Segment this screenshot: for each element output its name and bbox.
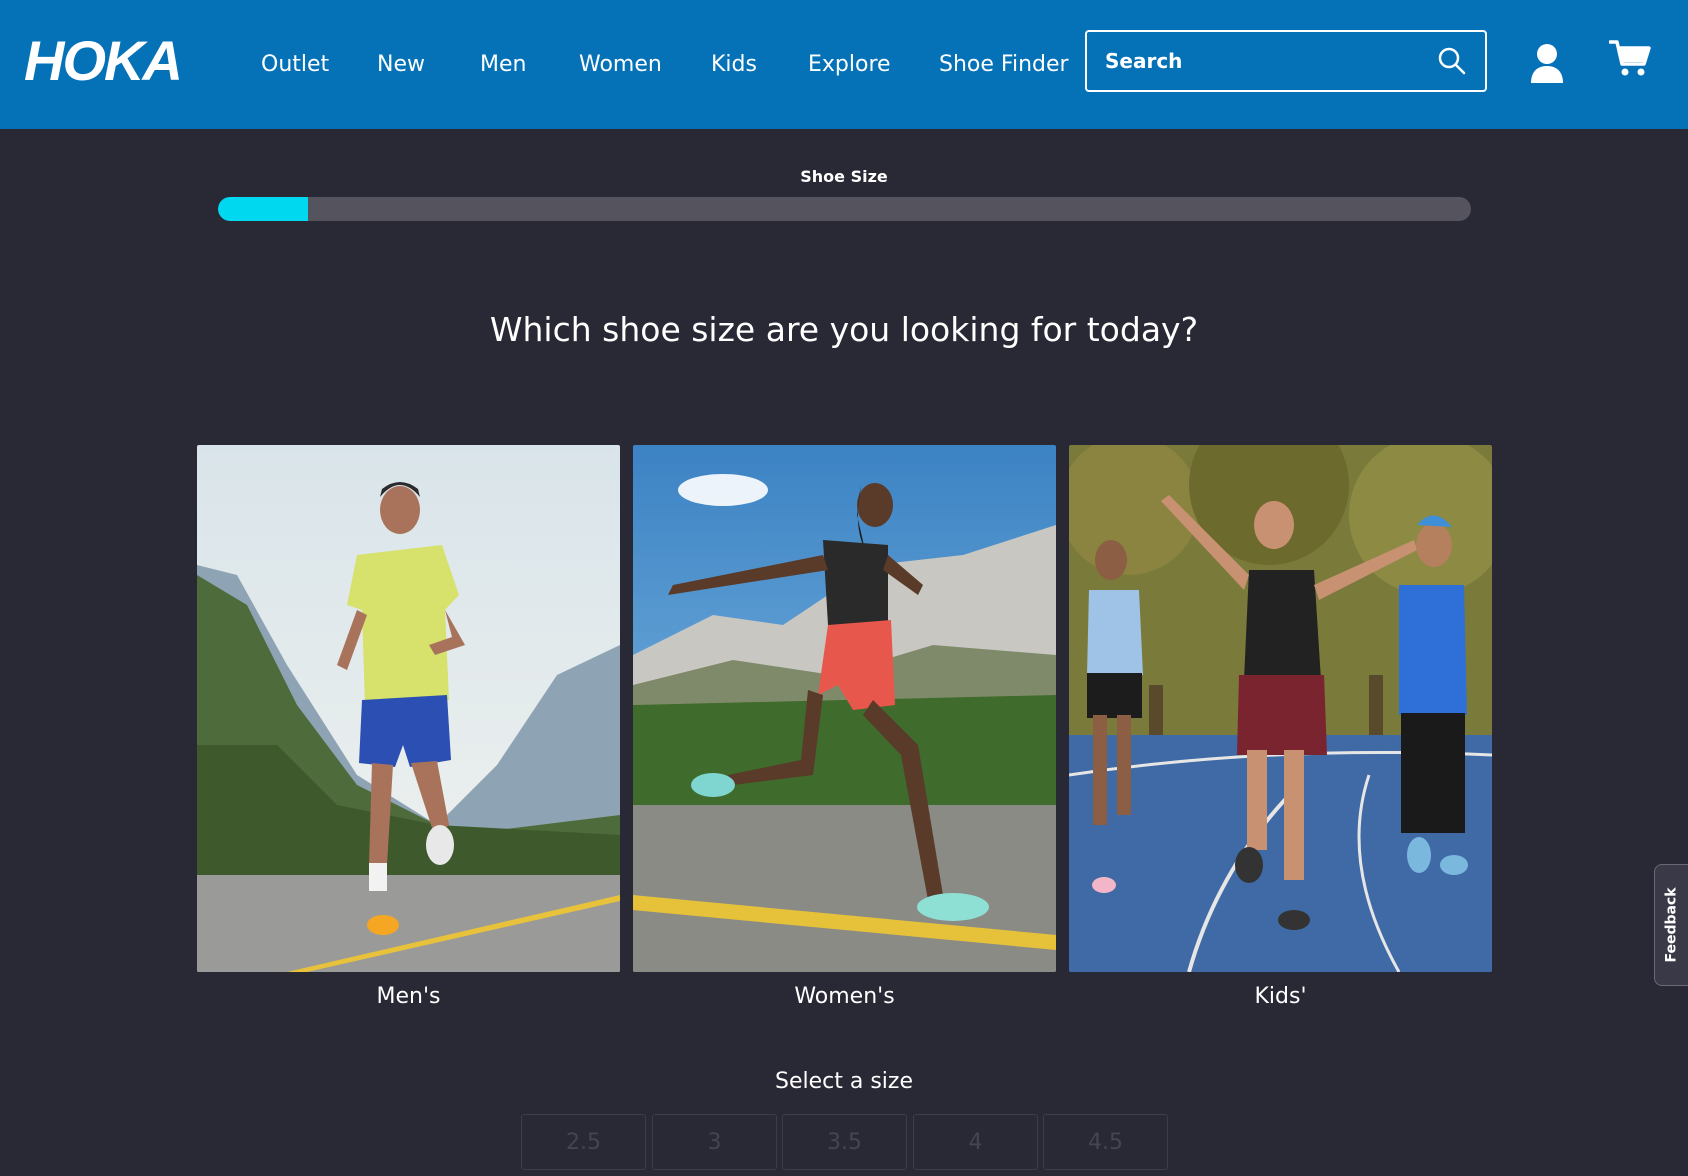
category-label-womens: Women's xyxy=(794,984,895,1009)
svg-text:HOKA: HOKA xyxy=(24,34,181,86)
nav-men[interactable]: Men xyxy=(480,52,526,77)
size-option[interactable]: 2.5 xyxy=(521,1114,646,1170)
category-label-kids: Kids' xyxy=(1254,984,1307,1009)
progress-fill xyxy=(218,197,309,221)
size-option[interactable]: 4 xyxy=(913,1114,1038,1170)
progress-label: Shoe Size xyxy=(800,167,888,186)
nav-kids[interactable]: Kids xyxy=(711,52,757,77)
size-option[interactable]: 3 xyxy=(652,1114,777,1170)
nav-women[interactable]: Women xyxy=(579,52,662,77)
category-card-kids[interactable]: Kids' xyxy=(1069,445,1492,1009)
question-heading: Which shoe size are you looking for toda… xyxy=(489,310,1199,349)
feedback-label: Feedback xyxy=(1663,887,1680,963)
account-icon[interactable] xyxy=(1530,43,1564,83)
search-icon[interactable] xyxy=(1437,46,1467,76)
kids-runners-image[interactable] xyxy=(1069,445,1492,972)
mens-runner-image[interactable] xyxy=(197,445,620,972)
cart-icon[interactable] xyxy=(1609,38,1651,78)
size-option[interactable]: 3.5 xyxy=(782,1114,907,1170)
feedback-tab[interactable]: Feedback xyxy=(1654,864,1688,986)
nav-new[interactable]: New xyxy=(377,52,425,77)
nav-shoe-finder[interactable]: Shoe Finder xyxy=(939,52,1069,77)
nav-explore[interactable]: Explore xyxy=(808,52,891,77)
womens-runner-image[interactable] xyxy=(633,445,1056,972)
category-card-mens[interactable]: Men's xyxy=(197,445,620,1009)
nav-outlet[interactable]: Outlet xyxy=(261,52,329,77)
progress-bar xyxy=(218,197,1471,221)
category-label-mens: Men's xyxy=(376,984,441,1009)
category-card-womens[interactable]: Women's xyxy=(633,445,1056,1009)
search-input[interactable] xyxy=(1105,49,1437,73)
size-option[interactable]: 4.5 xyxy=(1043,1114,1168,1170)
hoka-logo[interactable]: HOKA xyxy=(24,34,198,86)
select-size-label: Select a size xyxy=(775,1069,913,1094)
search-box xyxy=(1085,30,1487,92)
site-header: HOKA Outlet New Men Women Kids Explore S… xyxy=(0,0,1688,129)
